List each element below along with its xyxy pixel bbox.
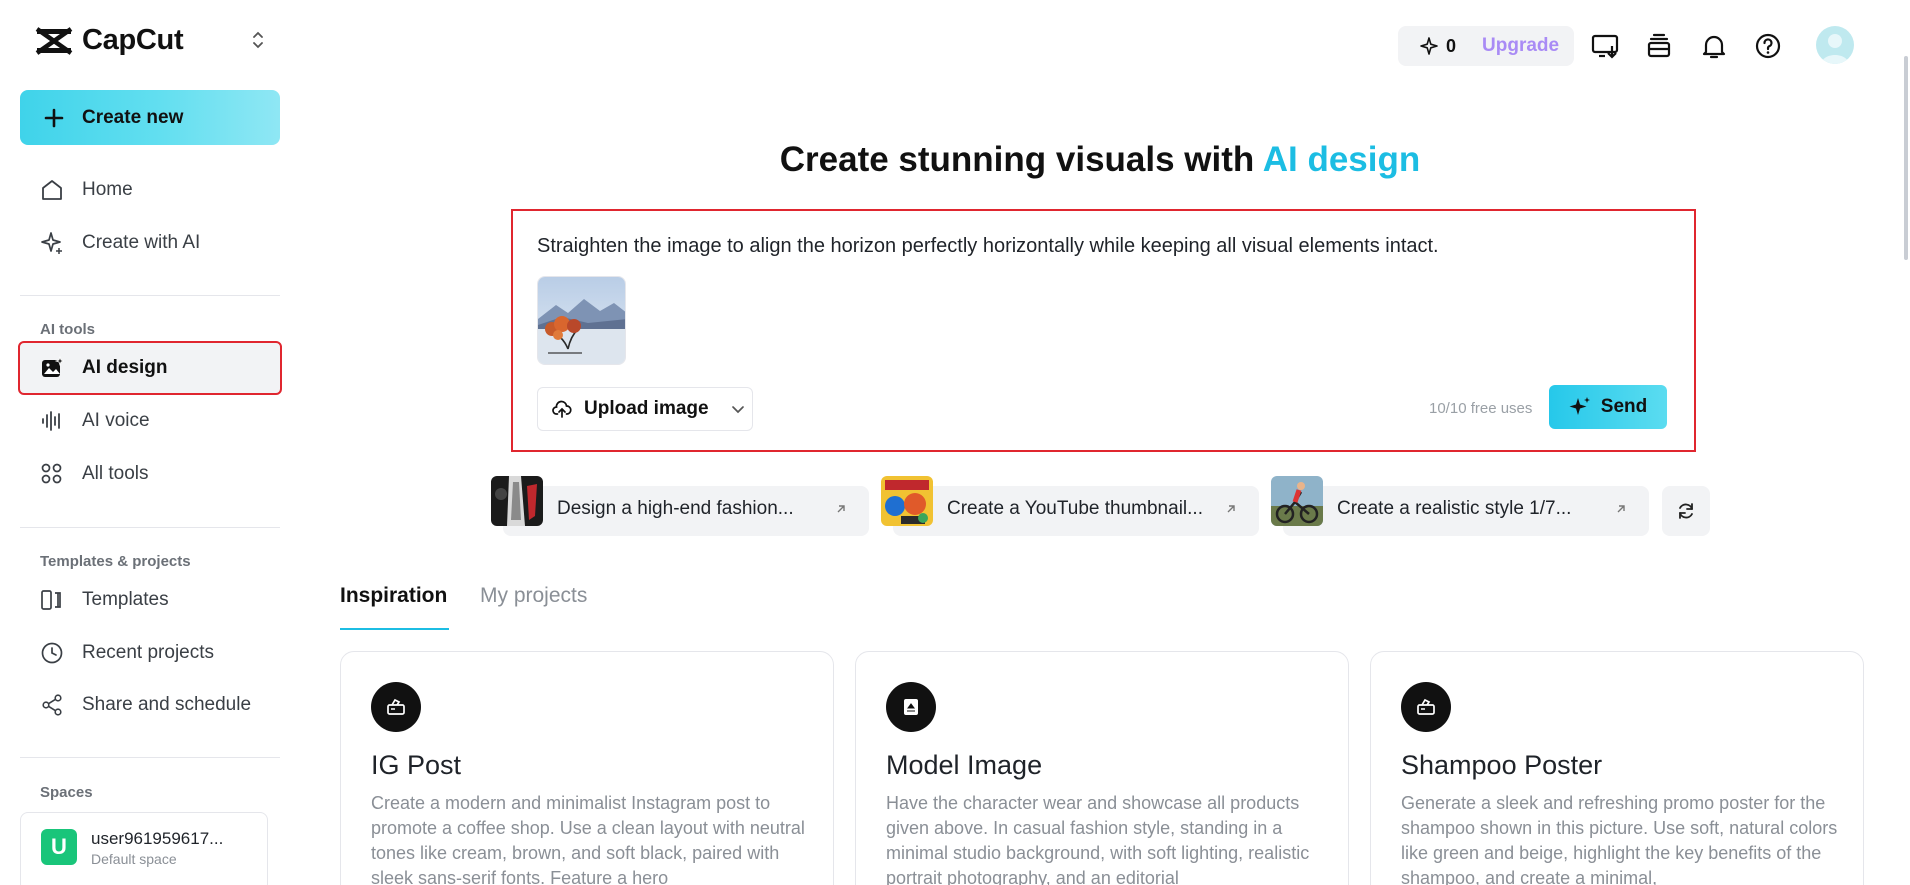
cloud-upload-icon [552,400,572,418]
sidebar-item-label: Share and schedule [82,694,252,715]
credit-count: 0 [1446,35,1457,56]
sidebar-item-label: Create with AI [82,232,201,253]
sidebar-divider [20,295,280,296]
home-icon [42,180,62,200]
arrow-up-right-icon [1227,505,1235,513]
tab-inspiration[interactable]: Inspiration [340,584,447,608]
card-icon [371,682,421,732]
active-tab-indicator [340,628,449,630]
suggestion-thumbnail [491,476,543,526]
logo-text: CapCut [82,24,184,56]
space-subtitle: Default space [91,851,177,867]
spaces-section-label: Spaces [40,784,93,801]
sparkle-icon [41,232,62,254]
user-avatar[interactable] [1816,26,1854,64]
card-description: Generate a sleek and refreshing promo po… [1401,793,1838,885]
arrow-up-right-icon [837,505,845,513]
credits-pill[interactable]: 0 Upgrade [1398,26,1574,66]
sidebar-item-label: All tools [82,463,149,484]
page-title: Create stunning visuals with AI design [300,140,1900,180]
page-title-accent: AI design [1262,140,1421,179]
capcut-logo[interactable]: CapCut [34,24,184,57]
bell-icon[interactable] [1698,30,1730,62]
card-icon [1401,682,1451,732]
ai-edit-icon [387,698,405,715]
sidebar-divider [20,757,280,758]
sparkle-credit-icon [1420,37,1438,55]
sidebar-item-label: AI voice [82,410,150,431]
ai-image-icon [42,356,64,377]
card-icon [886,682,936,732]
prompt-box[interactable]: Straighten the image to align the horizo… [511,209,1696,452]
suggestion-label: Create a YouTube thumbnail... [947,498,1203,519]
card-title: Shampoo Poster [1401,750,1603,780]
workspace-switch-icon[interactable] [250,28,266,57]
sidebar-item-templates[interactable]: Templates [20,575,280,625]
inspiration-card[interactable]: IG Post Create a modern and minimalist I… [340,651,834,885]
templates-section-label: Templates & projects [40,553,191,570]
sidebar-item-share-and-schedule[interactable]: Share and schedule [20,680,280,730]
upload-image-button[interactable]: Upload image [537,387,753,431]
suggestion-label: Design a high-end fashion... [557,498,794,519]
templates-icon [41,590,61,610]
send-button[interactable]: Send [1549,385,1667,429]
refresh-icon [1679,503,1693,519]
tab-my-projects[interactable]: My projects [480,584,587,608]
sidebar-item-recent-projects[interactable]: Recent projects [20,628,280,678]
suggestion-chip[interactable]: Design a high-end fashion... [491,476,869,536]
ai-edit-icon [1417,698,1435,715]
suggestion-chip[interactable]: Create a realistic style 1/7... [1271,476,1649,536]
suggestion-thumbnail [881,476,933,526]
free-uses-counter: 10/10 free uses [1429,400,1533,417]
inspiration-card[interactable]: Model Image Have the character wear and … [855,651,1349,885]
create-new-label: Create new [82,106,184,128]
card-title: Model Image [886,750,1043,780]
desktop-download-icon[interactable] [1589,30,1621,62]
plus-icon [44,108,64,127]
sidebar-item-label: Home [82,179,133,200]
arrow-up-right-icon [1617,505,1625,513]
card-description: Create a modern and minimalist Instagram… [371,793,805,885]
ai-tools-section-label: AI tools [40,321,95,338]
prompt-input[interactable]: Straighten the image to align the horizo… [537,235,1439,258]
refresh-suggestions-button[interactable] [1662,486,1710,536]
sidebar-item-label: Recent projects [82,642,215,663]
capcut-logo-icon [35,26,73,55]
help-icon[interactable] [1752,30,1784,62]
share-icon [42,694,62,716]
card-description: Have the character wear and showcase all… [886,793,1310,885]
audio-wave-icon [42,411,60,431]
sidebar-item-ai-design[interactable]: AI design [18,341,282,395]
sparkle-send-icon [1569,397,1590,415]
sidebar-item-create-with-ai[interactable]: Create with AI [20,218,280,268]
space-card[interactable]: U user961959617... Default space [20,812,268,885]
sidebar-item-label: AI design [82,357,168,378]
page-title-prefix: Create stunning visuals with [779,140,1263,179]
space-name: user961959617... [91,829,224,848]
page-scrollbar[interactable] [1904,56,1908,260]
layers-icon[interactable] [1643,30,1675,62]
suggestion-chip[interactable]: Create a YouTube thumbnail... [881,476,1259,536]
sidebar-divider [20,527,280,528]
uploaded-image-thumbnail[interactable] [537,276,626,365]
sidebar-item-ai-voice[interactable]: AI voice [20,396,280,446]
sidebar-item-label: Templates [82,589,169,610]
clock-icon [41,642,63,664]
suggestion-thumbnail [1271,476,1323,526]
card-title: IG Post [371,750,462,780]
sidebar-item-all-tools[interactable]: All tools [20,449,280,499]
suggestion-label: Create a realistic style 1/7... [1337,498,1572,519]
chevron-down-icon[interactable] [731,402,745,416]
upgrade-link[interactable]: Upgrade [1482,35,1559,57]
space-avatar: U [41,829,77,865]
upload-image-label: Upload image [584,398,709,419]
send-label: Send [1600,396,1648,417]
inspiration-card[interactable]: Shampoo Poster Generate a sleek and refr… [1370,651,1864,885]
image-card-icon [904,699,918,715]
sidebar: CapCut Create new Home Create with AI AI… [0,0,290,885]
grid-circles-icon [41,463,62,484]
sidebar-item-home[interactable]: Home [20,165,280,215]
create-new-button[interactable]: Create new [20,90,280,145]
